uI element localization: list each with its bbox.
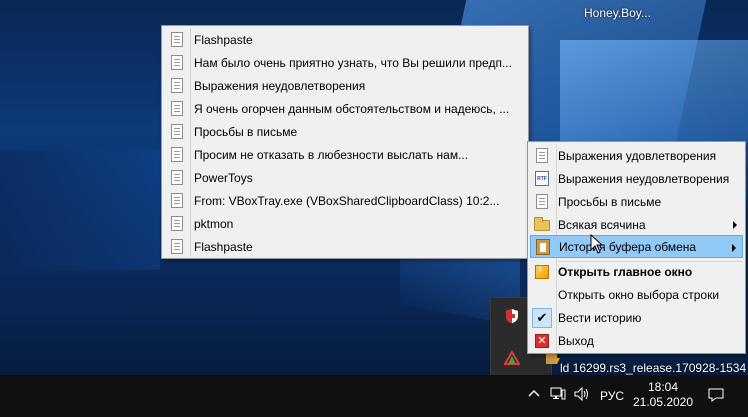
document-icon — [169, 169, 185, 186]
menu-item-label: Просьбы в письме — [558, 194, 662, 209]
submenu-arrow-icon — [732, 244, 736, 252]
history-item[interactable]: Flashpaste — [164, 28, 526, 51]
app-triangle-icon[interactable] — [503, 350, 521, 366]
document-icon — [534, 193, 550, 210]
clock-date: 21.05.2020 — [632, 395, 694, 409]
menu-item-exit[interactable]: ✕ Выход — [530, 329, 743, 352]
document-icon — [169, 31, 185, 48]
open-window-icon — [534, 263, 550, 280]
empty-icon-slot — [534, 287, 550, 303]
menu-item-label: История буфера обмена — [559, 239, 697, 254]
clock-time: 18:04 — [647, 380, 679, 394]
exit-icon: ✕ — [534, 333, 550, 349]
menu-item-label: Выражения неудовлетворения — [558, 171, 730, 186]
build-watermark: ld 16299.rs3_release.170928-1534 — [560, 361, 747, 375]
document-icon — [169, 192, 185, 209]
taskbar: РУС 18:04 21.05.2020 — [0, 375, 748, 417]
clock[interactable]: 18:04 21.05.2020 — [632, 380, 694, 410]
history-item-label: Я очень огорчен данным обстоятельством и… — [194, 101, 510, 116]
document-icon — [534, 147, 550, 164]
show-hidden-icons-chevron-icon[interactable] — [528, 388, 540, 403]
menu-item-label: Открыть окно выбора строки — [558, 287, 720, 302]
wallpaper-light-beam — [0, 150, 160, 270]
checkmark-icon: ✔ — [532, 307, 552, 328]
document-icon — [169, 100, 185, 117]
history-item-label: PowerToys — [194, 170, 253, 185]
history-item-label: Просим не отказать в любезности выслать … — [194, 147, 469, 162]
shield-icon[interactable] — [504, 308, 520, 324]
folder-icon — [534, 216, 550, 233]
network-icon[interactable] — [550, 387, 566, 404]
history-item-label: From: VBoxTray.exe (VBoxSharedClipboardC… — [194, 193, 500, 208]
menu-item-keep-history[interactable]: ✔ Вести историю — [530, 306, 743, 329]
history-item[interactable]: From: VBoxTray.exe (VBoxSharedClipboardC… — [164, 189, 526, 212]
menu-item-requests[interactable]: Просьбы в письме — [530, 190, 743, 213]
volume-icon[interactable] — [574, 386, 590, 404]
mouse-cursor-icon — [590, 234, 604, 254]
history-item[interactable]: PowerToys — [164, 166, 526, 189]
document-icon — [169, 146, 185, 163]
history-item[interactable]: Просьбы в письме — [164, 120, 526, 143]
document-icon — [169, 215, 185, 232]
history-item[interactable]: pktmon — [164, 212, 526, 235]
history-item[interactable]: Flashpaste — [164, 235, 526, 258]
document-icon — [169, 123, 185, 140]
document-icon — [169, 54, 185, 71]
rtf-document-icon: RTF — [534, 170, 550, 187]
history-item-label: Выражения неудовлетворения — [194, 78, 366, 93]
history-item-label: pktmon — [194, 216, 234, 231]
history-item-label: Flashpaste — [194, 239, 253, 254]
menu-item-label: Выход — [558, 333, 594, 348]
menu-item-label: Всякая всячина — [558, 217, 646, 232]
menu-item-label: Открыть главное окно — [558, 264, 693, 279]
action-center-icon[interactable] — [708, 388, 724, 405]
history-item-label: Просьбы в письме — [194, 124, 298, 139]
document-icon — [169, 77, 185, 94]
desktop-user-label: Honey.Boy... — [584, 6, 651, 20]
menu-item-open-main-window[interactable]: Открыть главное окно — [530, 260, 743, 283]
menu-item-clipboard-history[interactable]: История буфера обмена — [530, 235, 743, 258]
history-item-label: Нам было очень приятно узнать, что Вы ре… — [194, 55, 512, 70]
tray-context-menu: Выражения удовлетворения RTF Выражения не… — [527, 141, 746, 354]
menu-item-label: Выражения удовлетворения — [558, 148, 717, 163]
menu-item-misc-folder[interactable]: Всякая всячина — [530, 213, 743, 236]
clipboard-history-submenu: Flashpaste Нам было очень приятно узнать… — [161, 25, 529, 259]
menu-item-satisfaction[interactable]: Выражения удовлетворения — [530, 144, 743, 167]
submenu-arrow-icon — [733, 221, 737, 229]
clipboard-icon — [535, 238, 551, 255]
document-icon — [169, 238, 185, 255]
history-item[interactable]: Выражения неудовлетворения — [164, 74, 526, 97]
history-item[interactable]: Я очень огорчен данным обстоятельством и… — [164, 97, 526, 120]
menu-item-dissatisfaction[interactable]: RTF Выражения неудовлетворения — [530, 167, 743, 190]
menu-item-open-line-selector[interactable]: Открыть окно выбора строки — [530, 283, 743, 306]
language-indicator[interactable]: РУС — [600, 389, 624, 403]
history-item[interactable]: Нам было очень приятно узнать, что Вы ре… — [164, 51, 526, 74]
menu-item-label: Вести историю — [558, 310, 642, 325]
history-item[interactable]: Просим не отказать в любезности выслать … — [164, 143, 526, 166]
history-item-label: Flashpaste — [194, 32, 253, 47]
